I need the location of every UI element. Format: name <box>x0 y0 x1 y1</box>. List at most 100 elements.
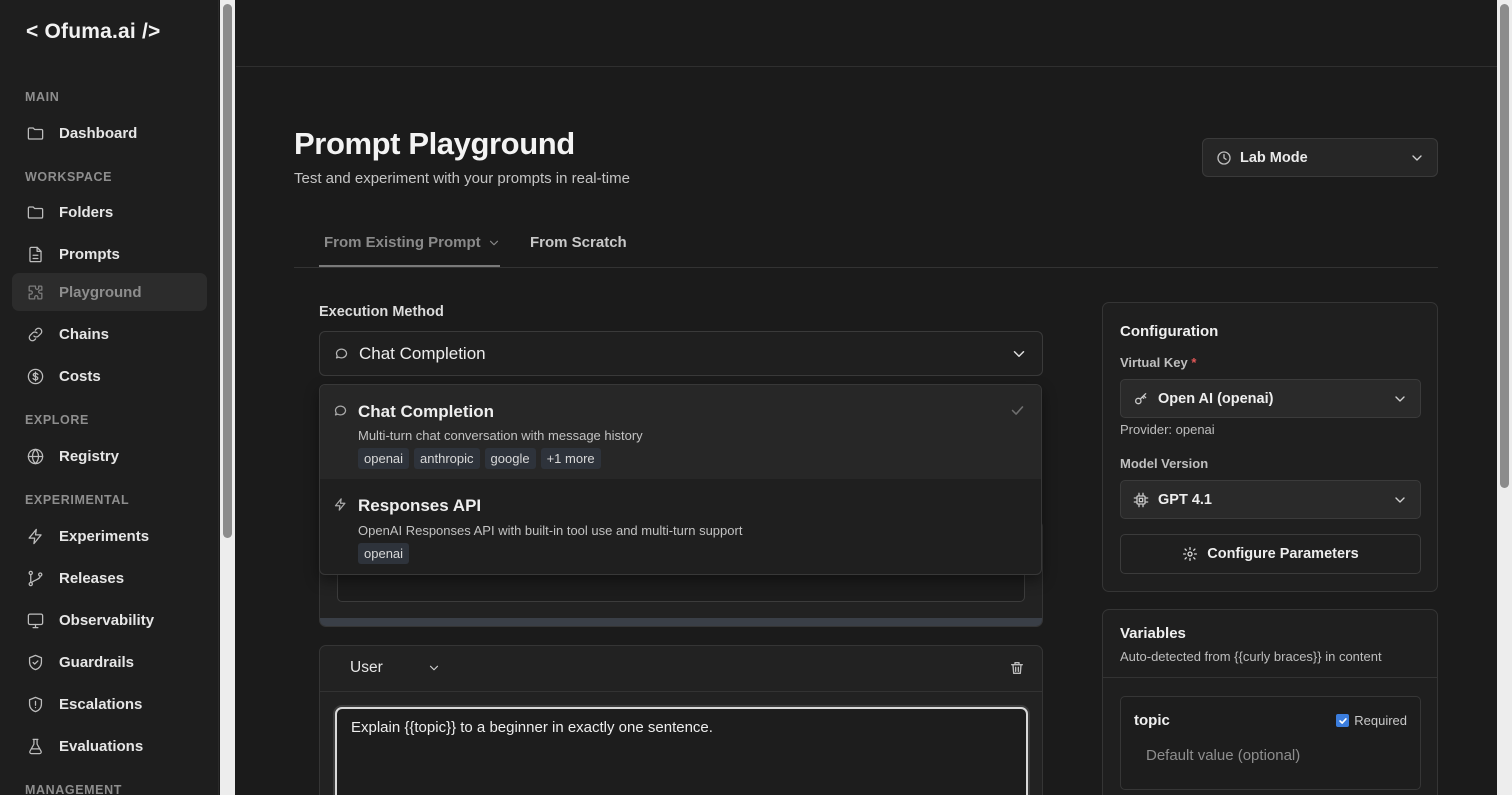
model-version-select[interactable]: GPT 4.1 <box>1120 480 1421 519</box>
default-value-input[interactable]: Default value (optional) <box>1134 747 1409 771</box>
section-label-explore: EXPLORE <box>25 413 89 427</box>
execution-method-label: Execution Method <box>319 304 444 320</box>
option-chat-completion[interactable]: Chat Completion Multi-turn chat conversa… <box>320 385 1041 479</box>
role-select-value: User <box>350 659 383 676</box>
virtual-key-select[interactable]: Open AI (openai) <box>1120 379 1421 418</box>
required-label: Required <box>1354 713 1407 728</box>
more-providers-tag: +1 more <box>540 448 601 469</box>
chat-bubble-icon <box>334 346 349 361</box>
check-icon <box>1009 402 1026 419</box>
variables-subtitle: Auto-detected from {{curly braces}} in c… <box>1120 649 1382 664</box>
shield-alert-icon <box>25 694 45 714</box>
top-bar <box>236 0 1497 67</box>
folder-icon <box>25 123 45 143</box>
globe-icon <box>25 446 45 466</box>
chevron-down-icon <box>1392 391 1408 407</box>
configure-parameters-button[interactable]: Configure Parameters <box>1120 534 1421 574</box>
execution-method-dropdown: Chat Completion Multi-turn chat conversa… <box>319 384 1042 575</box>
mode-select[interactable]: Lab Mode <box>1202 138 1438 177</box>
virtual-key-label: Virtual Key * <box>1120 355 1196 370</box>
message-content-textarea[interactable]: Explain {{topic}} to a beginner in exact… <box>335 707 1028 795</box>
sidebar-item-costs[interactable]: Costs <box>12 357 207 395</box>
sidebar: < Ofuma.ai /> MAIN Dashboard WORKSPACE F… <box>0 0 219 795</box>
key-icon <box>1133 391 1149 407</box>
link-icon <box>25 324 45 344</box>
section-label-main: MAIN <box>25 90 60 104</box>
sidebar-item-registry[interactable]: Registry <box>12 437 207 475</box>
message-card-header: User <box>320 646 1042 692</box>
provider-tags: openai anthropic google +1 more <box>358 448 601 469</box>
variables-title: Variables <box>1120 625 1186 642</box>
option-description: OpenAI Responses API with built-in tool … <box>358 523 743 538</box>
shield-check-icon <box>25 652 45 672</box>
lightning-icon <box>333 497 348 512</box>
required-star: * <box>1191 355 1197 370</box>
sidebar-item-folders[interactable]: Folders <box>12 193 207 231</box>
sidebar-item-chains[interactable]: Chains <box>12 315 207 353</box>
role-select[interactable]: User <box>350 659 441 677</box>
sidebar-item-label: Observability <box>59 611 155 629</box>
tab-label: From Existing Prompt <box>324 234 481 251</box>
puzzle-icon <box>25 282 45 302</box>
page-subtitle: Test and experiment with your prompts in… <box>294 170 630 187</box>
sidebar-item-observability[interactable]: Observability <box>12 601 207 639</box>
page-scrollbar-thumb[interactable] <box>1500 4 1509 488</box>
sidebar-item-escalations[interactable]: Escalations <box>12 685 207 723</box>
section-label-management: MANAGEMENT <box>25 783 122 795</box>
mode-select-label: Lab Mode <box>1240 149 1308 166</box>
chevron-down-icon <box>427 661 441 675</box>
execution-method-select[interactable]: Chat Completion <box>319 331 1043 376</box>
sidebar-item-guardrails[interactable]: Guardrails <box>12 643 207 681</box>
option-title: Responses API <box>358 496 482 515</box>
sidebar-item-experiments[interactable]: Experiments <box>12 517 207 555</box>
option-description: Multi-turn chat conversation with messag… <box>358 428 643 443</box>
variables-divider <box>1103 677 1437 678</box>
model-version-label: Model Version <box>1120 456 1209 471</box>
folder-icon <box>25 202 45 222</box>
required-checkbox[interactable]: Required <box>1336 713 1407 728</box>
provider-text: Provider: openai <box>1120 422 1215 437</box>
card-footer-band <box>320 618 1042 626</box>
virtual-key-label-text: Virtual Key <box>1120 355 1188 370</box>
option-responses-api[interactable]: Responses API OpenAI Responses API with … <box>320 479 1041 574</box>
app-logo[interactable]: < Ofuma.ai /> <box>26 20 161 44</box>
sidebar-item-dashboard[interactable]: Dashboard <box>12 114 207 152</box>
clock-icon <box>1216 150 1232 166</box>
sidebar-item-label: Experiments <box>59 527 150 545</box>
tab-from-scratch[interactable]: From Scratch <box>530 234 627 251</box>
sidebar-item-prompts[interactable]: Prompts <box>12 235 207 273</box>
sidebar-item-label: Costs <box>59 367 101 385</box>
provider-tags: openai <box>358 543 410 564</box>
sidebar-item-releases[interactable]: Releases <box>12 559 207 597</box>
chevron-down-icon <box>1409 150 1425 166</box>
tab-from-existing-prompt[interactable]: From Existing Prompt <box>324 234 501 251</box>
sidebar-item-label: Escalations <box>59 695 143 713</box>
app-root: < Ofuma.ai /> MAIN Dashboard WORKSPACE F… <box>0 0 1512 795</box>
variable-name: topic <box>1134 712 1170 729</box>
sidebar-scrollbar-thumb[interactable] <box>223 4 232 538</box>
page-title: Prompt Playground <box>294 126 575 161</box>
sidebar-item-label: Playground <box>59 283 142 301</box>
section-label-workspace: WORKSPACE <box>25 170 113 184</box>
option-title: Chat Completion <box>358 402 494 421</box>
provider-tag: anthropic <box>414 448 480 469</box>
sidebar-item-evaluations[interactable]: Evaluations <box>12 727 207 765</box>
git-branch-icon <box>25 568 45 588</box>
monitor-icon <box>25 610 45 630</box>
section-label-experimental: EXPERIMENTAL <box>25 493 130 507</box>
tabs-divider <box>294 267 1438 268</box>
sidebar-item-label: Registry <box>59 447 120 465</box>
sidebar-item-label: Dashboard <box>59 124 138 142</box>
provider-tag: openai <box>358 448 410 469</box>
virtual-key-value: Open AI (openai) <box>1158 390 1274 407</box>
trash-icon[interactable] <box>1009 660 1025 676</box>
lightning-icon <box>25 526 45 546</box>
dollar-circle-icon <box>25 366 45 386</box>
chevron-down-icon <box>1392 492 1408 508</box>
model-version-value: GPT 4.1 <box>1158 491 1212 508</box>
chevron-down-icon <box>1010 345 1028 363</box>
cpu-chip-icon <box>1133 492 1149 508</box>
sidebar-item-label: Evaluations <box>59 737 144 755</box>
sidebar-item-label: Folders <box>59 203 114 221</box>
sidebar-item-playground[interactable]: Playground <box>12 273 207 311</box>
